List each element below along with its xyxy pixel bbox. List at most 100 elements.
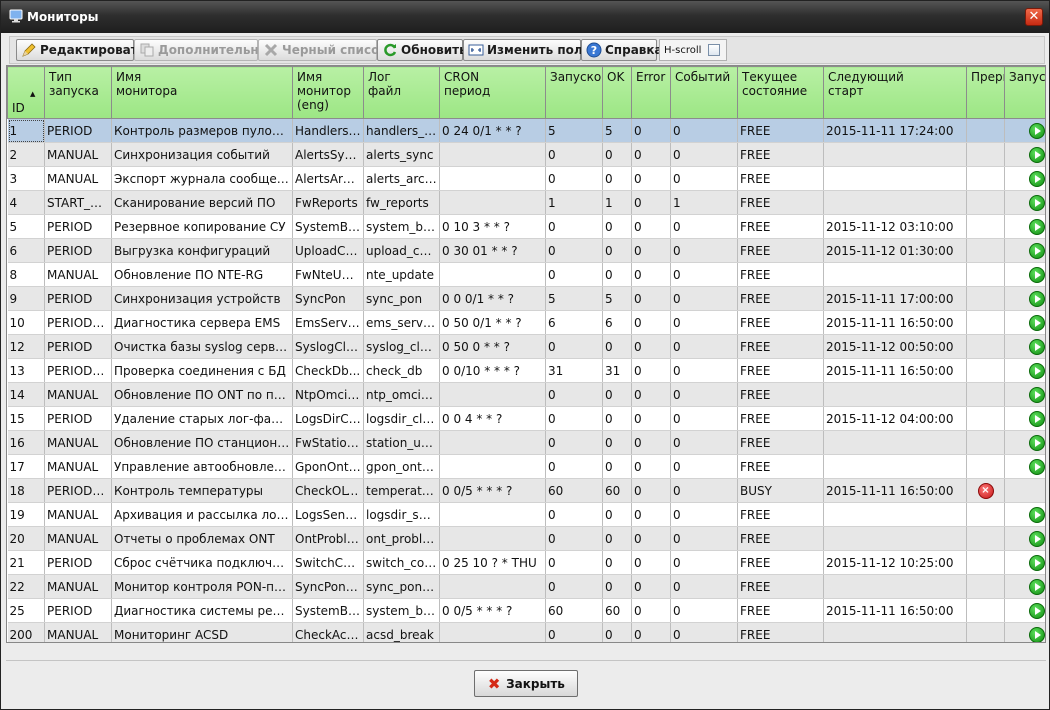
- table-row[interactable]: 14 MANUAL Обновление ПО ONT по прот... NtpO…: [7, 382, 1045, 407]
- cell-cron: 0 0/10 * * * ?: [439, 358, 546, 383]
- close-dialog-button[interactable]: ✖ Закрыть: [474, 670, 578, 697]
- play-icon[interactable]: [1029, 122, 1045, 139]
- table-row[interactable]: 13 PERIOD_... Проверка соединения с БД Chec…: [7, 358, 1045, 383]
- table-row[interactable]: 21PERIODСброс счётчика подключений...Swi…: [7, 550, 1045, 575]
- column-header-type[interactable]: Тип запуска: [44, 66, 112, 119]
- cell-name: Удаление старых лог-файлов: [111, 406, 293, 431]
- additional-button[interactable]: Дополнительно: [134, 39, 267, 61]
- help-button[interactable]: ? Справка: [581, 39, 663, 61]
- column-header-runs[interactable]: Запусков: [545, 66, 603, 119]
- cell-runs: 0: [545, 550, 603, 575]
- table-row[interactable]: 25PERIODДиагностика системы резерв...Sys…: [7, 598, 1045, 623]
- column-header-err[interactable]: Error: [631, 66, 671, 119]
- cell-err: 0: [631, 238, 671, 263]
- play-icon[interactable]: [1029, 434, 1045, 451]
- table-row[interactable]: 2 MANUAL Синхронизация событий AlertsSync..…: [7, 142, 1045, 167]
- cell-ok: 0: [602, 334, 632, 359]
- cell-interrupt: [966, 166, 1005, 191]
- play-icon[interactable]: [1029, 242, 1045, 259]
- cell-ok: 6: [602, 310, 632, 335]
- column-header-state[interactable]: Текущее состояние: [737, 66, 824, 119]
- svg-text:?: ?: [591, 44, 597, 57]
- cell-next: 2015-11-12 10:25:00: [823, 550, 967, 575]
- cell-log: ont_proble...: [363, 526, 440, 551]
- cell-events: 0: [670, 382, 738, 407]
- table-row[interactable]: 200 MANUAL Мониторинг ACSD CheckAcs... acsd_…: [7, 622, 1045, 642]
- column-header-events[interactable]: Событий: [670, 66, 738, 119]
- cell-err: 0: [631, 334, 671, 359]
- table-row[interactable]: 5 PERIOD Резервное копирование СУ SystemBa.…: [7, 214, 1045, 239]
- play-icon[interactable]: [1029, 266, 1045, 283]
- cell-events: 0: [670, 166, 738, 191]
- table-row[interactable]: 3 MANUAL Экспорт журнала сообщений AlertsAr…: [7, 166, 1045, 191]
- table-row[interactable]: 18 PERIOD_... Контроль температуры CheckOLT…: [7, 478, 1045, 503]
- play-icon[interactable]: [1029, 410, 1045, 427]
- help-button-label: Справка: [605, 43, 663, 57]
- table-row[interactable]: 9 PERIOD Синхронизация устройств SyncPon syn…: [7, 286, 1045, 311]
- play-icon[interactable]: [1029, 170, 1045, 187]
- change-fields-button[interactable]: Изменить поля: [463, 39, 590, 61]
- play-icon[interactable]: [1029, 146, 1045, 163]
- table-row[interactable]: 22MANUALМонитор контроля PON-профа...Syn…: [7, 574, 1045, 599]
- column-header-name[interactable]: Имя монитора: [111, 66, 293, 119]
- cell-run: [1004, 382, 1045, 407]
- play-icon[interactable]: [1029, 530, 1045, 547]
- play-icon[interactable]: [1029, 602, 1045, 619]
- cell-ok: 0: [602, 238, 632, 263]
- table-row[interactable]: 10 PERIOD_... Диагностика сервера EMS EmsSe…: [7, 310, 1045, 335]
- refresh-button[interactable]: Обновить: [377, 39, 467, 61]
- table-row[interactable]: 1 PERIOD Контроль размеров пулов си... Hand…: [7, 118, 1045, 143]
- cell-state: FREE: [737, 286, 824, 311]
- table-row[interactable]: 4 START_S... Сканирование версий ПО FwRepor…: [7, 190, 1045, 215]
- table-row[interactable]: 6 PERIOD Выгрузка конфигураций UploadCo... u…: [7, 238, 1045, 263]
- blacklist-button[interactable]: Черный список: [258, 39, 387, 61]
- cell-err: 0: [631, 118, 671, 143]
- play-icon[interactable]: [1029, 314, 1045, 331]
- play-icon[interactable]: [1029, 194, 1045, 211]
- table-row[interactable]: 16MANUALОбновление ПО станционных...FwSt…: [7, 430, 1045, 455]
- table-row[interactable]: 20 MANUAL Отчеты о проблемах ONT OntProble.…: [7, 526, 1045, 551]
- play-icon[interactable]: [1029, 290, 1045, 307]
- play-icon[interactable]: [1029, 218, 1045, 235]
- play-icon[interactable]: [1029, 506, 1045, 523]
- column-header-interrupt[interactable]: Прерв: [966, 66, 1005, 119]
- table-row[interactable]: 8 MANUAL Обновление ПО NTE-RG FwNteUpd... nt…: [7, 262, 1045, 287]
- table-row[interactable]: 19MANUALАрхивация и рассылка лог-фа...Lo…: [7, 502, 1045, 527]
- cell-ok: 60: [602, 478, 632, 503]
- cell-runs: 0: [545, 262, 603, 287]
- cell-type: PERIOD: [44, 286, 112, 311]
- cell-err: 0: [631, 142, 671, 167]
- column-header-run[interactable]: Запус: [1004, 66, 1045, 119]
- cell-next: 2015-11-12 01:30:00: [823, 238, 967, 263]
- play-icon[interactable]: [1029, 626, 1045, 642]
- hscroll-checkbox[interactable]: [708, 44, 721, 56]
- column-header-cron[interactable]: CRON период: [439, 66, 546, 119]
- column-header-next[interactable]: Следующий старт: [823, 66, 967, 119]
- table-row[interactable]: 17 MANUAL Управление автообновление... Gpon…: [7, 454, 1045, 479]
- cell-eng: CheckDb...: [292, 358, 364, 383]
- cell-events: 0: [670, 406, 738, 431]
- play-icon[interactable]: [1029, 386, 1045, 403]
- play-icon[interactable]: [1029, 362, 1045, 379]
- cell-err: 0: [631, 502, 671, 527]
- cell-cron: 0 30 01 * * ?: [439, 238, 546, 263]
- play-icon[interactable]: [1029, 554, 1045, 571]
- cell-eng: FwNteUpd...: [292, 262, 364, 287]
- table-row[interactable]: 15 PERIOD Удаление старых лог-файлов LogsDi…: [7, 406, 1045, 431]
- cell-cron: [439, 262, 546, 287]
- column-header-log[interactable]: Лог файл: [363, 66, 440, 119]
- play-icon[interactable]: [1029, 458, 1045, 475]
- window-close-button[interactable]: ✕: [1025, 8, 1043, 26]
- column-header-label: Имя монитор (eng): [297, 70, 351, 112]
- play-icon[interactable]: [1029, 578, 1045, 595]
- cell-log: gpon_ont_...: [363, 454, 440, 479]
- cell-interrupt: [966, 262, 1005, 287]
- edit-button[interactable]: Редактировать: [16, 39, 145, 61]
- table-row[interactable]: 12 PERIOD Очистка базы syslog сервера Syslo…: [7, 334, 1045, 359]
- column-header-ok[interactable]: OK: [602, 66, 632, 119]
- stop-icon[interactable]: ×: [977, 482, 994, 499]
- column-header-eng[interactable]: Имя монитор (eng): [292, 66, 364, 119]
- column-header-label: Событий: [675, 70, 731, 84]
- play-icon[interactable]: [1029, 338, 1045, 355]
- column-header-id[interactable]: ▲ ID: [7, 66, 45, 119]
